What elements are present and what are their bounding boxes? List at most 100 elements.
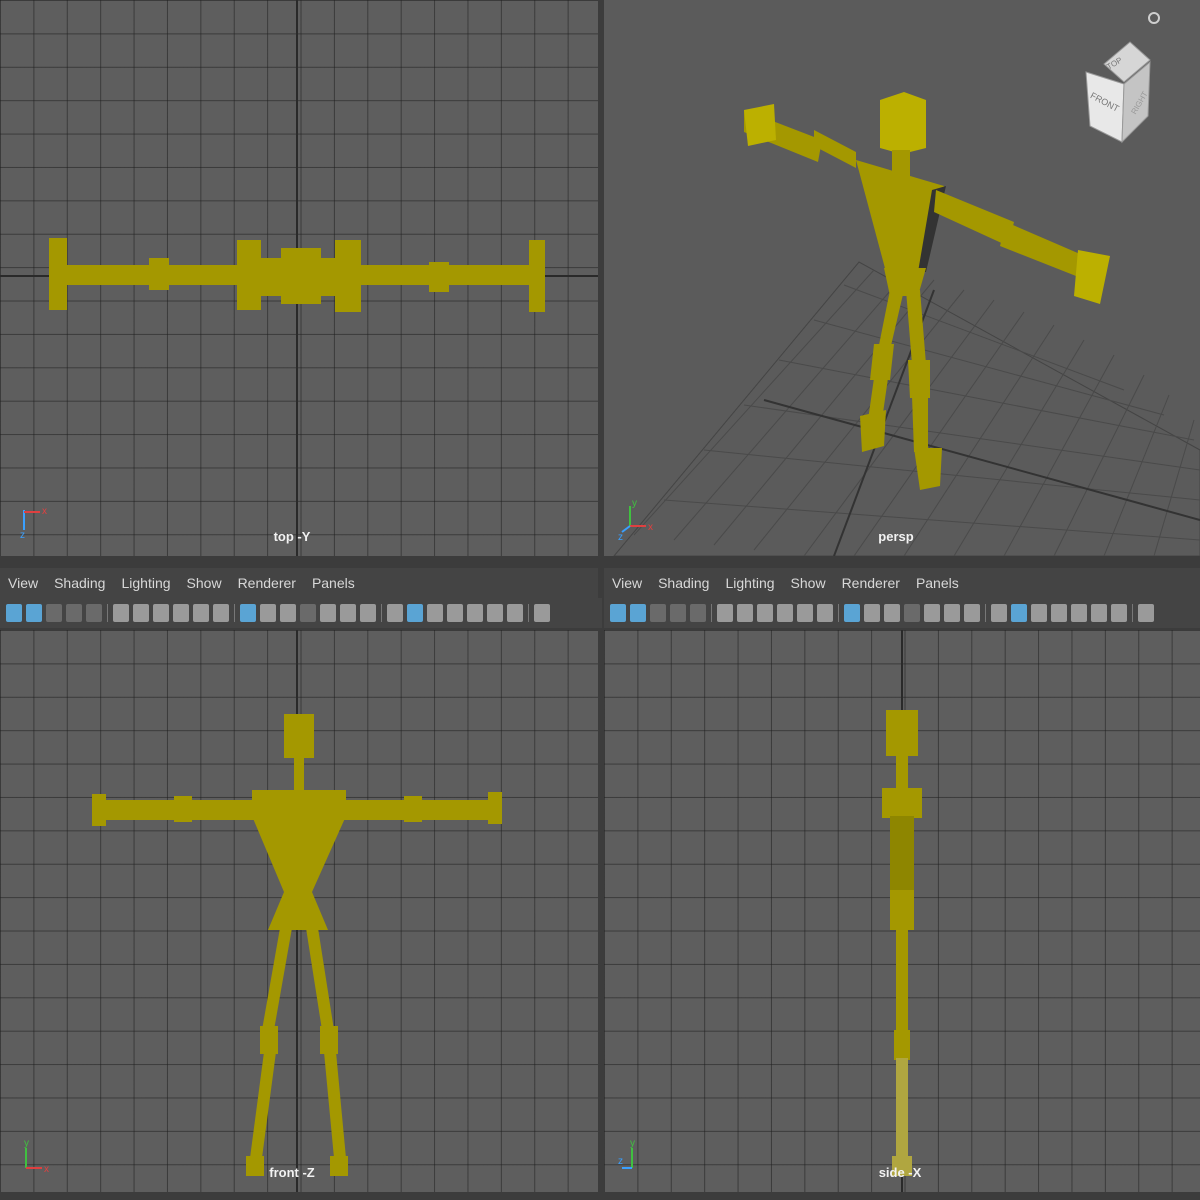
panel-menubar-left: View Shading Lighting Show Renderer Pane…	[0, 568, 598, 598]
panel-menubar-right: View Shading Lighting Show Renderer Pane…	[604, 568, 1200, 598]
menu-panels[interactable]: Panels	[908, 575, 967, 591]
grease-pencil-icon[interactable]	[193, 604, 209, 622]
toolbar-divider	[985, 604, 986, 622]
bookmark-icon[interactable]	[650, 604, 666, 622]
lights-icon[interactable]	[487, 604, 503, 622]
menu-view[interactable]: View	[604, 575, 650, 591]
camera-attributes-icon[interactable]	[26, 604, 42, 622]
toolbar-divider	[528, 604, 529, 622]
safe-action-icon[interactable]	[944, 604, 960, 622]
bookmark-pin-icon[interactable]	[173, 604, 189, 622]
xray-icon[interactable]	[1138, 604, 1154, 622]
textured-icon[interactable]	[1071, 604, 1087, 622]
viewport-front[interactable]: y x front -Z	[0, 630, 598, 1192]
default-material-icon[interactable]	[1031, 604, 1047, 622]
lights-icon[interactable]	[1091, 604, 1107, 622]
gate-mask-icon[interactable]	[904, 604, 920, 622]
wireframe-on-shaded-icon[interactable]	[1051, 604, 1067, 622]
camera-icon[interactable]	[717, 604, 733, 622]
toolbar-divider	[1132, 604, 1133, 622]
wireframe-icon[interactable]	[387, 604, 403, 622]
svg-text:y: y	[632, 500, 637, 509]
gate-mask-icon[interactable]	[300, 604, 316, 622]
resolution-gate-icon[interactable]	[884, 604, 900, 622]
select-camera-icon[interactable]	[610, 604, 626, 622]
axis-gizmo-front: y x	[24, 1138, 49, 1175]
smooth-shade-icon[interactable]	[407, 604, 423, 622]
textured-icon[interactable]	[467, 604, 483, 622]
menu-lighting[interactable]: Lighting	[113, 575, 178, 591]
svg-text:z: z	[618, 1156, 623, 1167]
xray-icon[interactable]	[534, 604, 550, 622]
toolbar-divider	[107, 604, 108, 622]
toolbar-divider	[838, 604, 839, 622]
model-top-view	[0, 0, 598, 556]
viewport-side[interactable]: y z side -X	[604, 630, 1200, 1192]
svg-text:x: x	[648, 522, 653, 533]
bookmark-icon[interactable]	[46, 604, 62, 622]
viewport-label-front: front -Z	[269, 1165, 315, 1180]
shadows-icon[interactable]	[507, 604, 523, 622]
viewport-top[interactable]: x z top -Y	[0, 0, 598, 556]
grid-icon[interactable]	[844, 604, 860, 622]
camera-sequence-icon[interactable]	[153, 604, 169, 622]
pencil-icon[interactable]	[817, 604, 833, 622]
menu-shading[interactable]: Shading	[46, 575, 113, 591]
menu-panels[interactable]: Panels	[304, 575, 363, 591]
svg-text:x: x	[44, 1164, 49, 1175]
model-side-view	[882, 630, 922, 1192]
menu-lighting[interactable]: Lighting	[717, 575, 782, 591]
menu-shading[interactable]: Shading	[650, 575, 717, 591]
select-camera-icon[interactable]	[6, 604, 22, 622]
panel-toolbar-left	[0, 598, 602, 628]
bookmark-pin-icon[interactable]	[777, 604, 793, 622]
smooth-shade-icon[interactable]	[1011, 604, 1027, 622]
pencil-icon[interactable]	[213, 604, 229, 622]
menu-renderer[interactable]: Renderer	[230, 575, 304, 591]
grease-pencil-icon[interactable]	[797, 604, 813, 622]
viewport-label-side: side -X	[878, 1165, 922, 1180]
axis-gizmo-persp: y x z	[618, 500, 653, 540]
wireframe-on-shaded-icon[interactable]	[447, 604, 463, 622]
lock-camera-icon[interactable]	[737, 604, 753, 622]
svg-text:y: y	[630, 1138, 635, 1149]
safe-title-icon[interactable]	[360, 604, 376, 622]
camera-attributes-icon[interactable]	[630, 604, 646, 622]
svg-text:z: z	[618, 532, 623, 540]
film-gate-icon[interactable]	[864, 604, 880, 622]
image-plane-icon[interactable]	[66, 604, 82, 622]
menu-show[interactable]: Show	[783, 575, 834, 591]
lock-camera-icon[interactable]	[133, 604, 149, 622]
shadows-icon[interactable]	[1111, 604, 1127, 622]
toolbar-divider	[381, 604, 382, 622]
safe-title-icon[interactable]	[964, 604, 980, 622]
model-front-view	[92, 630, 502, 1192]
axis-gizmo-side: y z	[618, 1138, 635, 1169]
field-chart-icon[interactable]	[924, 604, 940, 622]
view-cube-icon[interactable]: TOP FRONT RIGHT	[1082, 6, 1172, 156]
safe-action-icon[interactable]	[340, 604, 356, 622]
axis-gizmo-top: x z	[20, 506, 47, 540]
twod-pan-icon[interactable]	[86, 604, 102, 622]
camera-icon[interactable]	[113, 604, 129, 622]
field-chart-icon[interactable]	[320, 604, 336, 622]
wireframe-icon[interactable]	[991, 604, 1007, 622]
svg-text:x: x	[42, 506, 47, 517]
camera-sequence-icon[interactable]	[757, 604, 773, 622]
grid-icon[interactable]	[240, 604, 256, 622]
viewport-label-persp: persp	[878, 529, 914, 544]
panel-toolbar-right	[604, 598, 1200, 628]
toolbar-divider	[711, 604, 712, 622]
home-icon	[1148, 12, 1160, 24]
twod-pan-icon[interactable]	[690, 604, 706, 622]
menu-view[interactable]: View	[0, 575, 46, 591]
menu-show[interactable]: Show	[179, 575, 230, 591]
menu-renderer[interactable]: Renderer	[834, 575, 908, 591]
toolbar-divider	[234, 604, 235, 622]
viewport-persp[interactable]: TOP FRONT RIGHT y x z persp	[604, 0, 1200, 556]
default-material-icon[interactable]	[427, 604, 443, 622]
svg-text:z: z	[20, 530, 25, 540]
image-plane-icon[interactable]	[670, 604, 686, 622]
resolution-gate-icon[interactable]	[280, 604, 296, 622]
film-gate-icon[interactable]	[260, 604, 276, 622]
